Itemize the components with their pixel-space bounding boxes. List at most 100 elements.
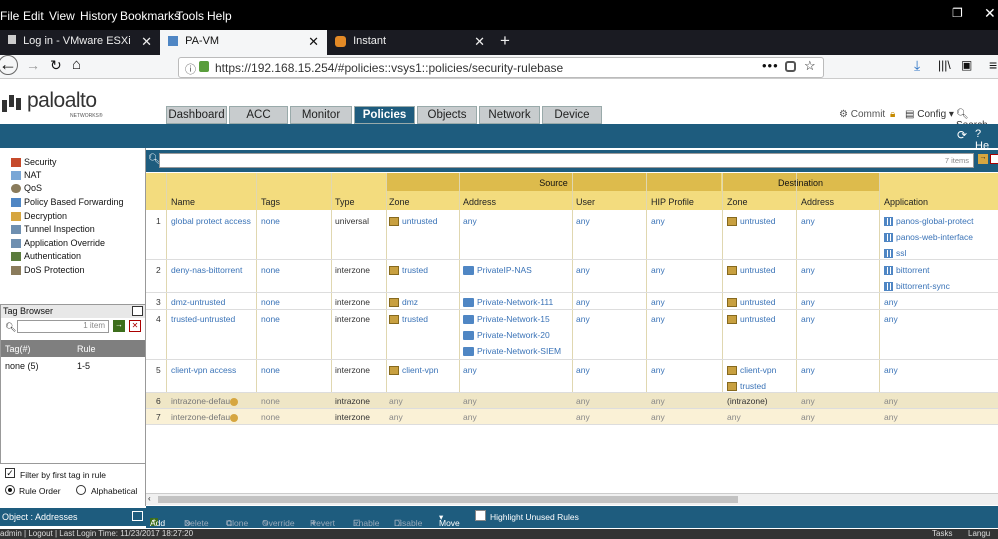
user[interactable]: any <box>576 265 590 275</box>
commit-button[interactable]: ⚙ Commit <box>839 109 885 120</box>
col-destination-zone[interactable]: Zone <box>727 197 748 207</box>
source-address[interactable]: any <box>463 412 477 422</box>
table-row[interactable]: 6 intrazone-defau none intrazone any any… <box>146 393 998 409</box>
download-icon[interactable]: ⤓ <box>914 57 920 74</box>
destination-zone[interactable]: untrusted <box>727 297 775 308</box>
source-zone[interactable]: untrusted <box>389 216 437 227</box>
application[interactable]: any <box>884 365 898 375</box>
alphabetical-radio[interactable] <box>76 485 86 495</box>
application[interactable]: any <box>884 412 898 422</box>
rule-filter-input[interactable]: 7 items <box>159 153 974 168</box>
source-zone[interactable]: trusted <box>389 265 428 276</box>
source-address[interactable]: PrivateIP-NAS <box>463 265 532 276</box>
hip-profile[interactable]: any <box>651 314 665 324</box>
bookmark-star-icon[interactable]: ☆ <box>804 58 816 74</box>
col-source-address[interactable]: Address <box>463 197 496 207</box>
forward-icon[interactable]: → <box>26 57 40 73</box>
close-window-icon[interactable]: ✕ <box>984 5 996 22</box>
collapse-icon[interactable] <box>132 511 143 521</box>
page-actions-icon[interactable]: ••• <box>762 58 779 73</box>
menu-history[interactable]: History <box>80 9 117 23</box>
nav-qos[interactable]: QoS <box>11 183 42 194</box>
close-tab-icon[interactable]: ✕ <box>141 34 152 50</box>
rule-tags[interactable]: none <box>261 412 280 422</box>
col-destination-address[interactable]: Address <box>801 197 834 207</box>
rule-name[interactable]: intrazone-defau <box>171 396 239 406</box>
source-zone[interactable]: dmz <box>389 297 418 308</box>
destination-zone[interactable]: client-vpn <box>727 365 776 376</box>
application[interactable]: bittorrent-sync <box>884 281 950 292</box>
destination-address[interactable]: any <box>801 314 815 324</box>
tab-instant[interactable]: Instant ✕ <box>327 30 493 55</box>
table-row[interactable]: 4 trusted-untrusted none interzone trust… <box>146 310 998 360</box>
clear-filter-icon[interactable] <box>990 154 998 164</box>
apply-filter-icon[interactable]: → <box>113 320 125 332</box>
source-address[interactable]: Private-Network-SIEM <box>463 346 561 357</box>
new-tab-icon[interactable]: + <box>500 31 510 51</box>
destination-zone[interactable]: (intrazone) <box>727 396 768 406</box>
application[interactable]: ssl <box>884 248 906 259</box>
rule-order-radio[interactable] <box>5 485 15 495</box>
menu-bookmarks[interactable]: Bookmarks <box>120 9 180 23</box>
tab-pa-vm[interactable]: PA-VM ✕ <box>160 30 327 55</box>
lock-warning-icon[interactable] <box>199 61 209 72</box>
nav-tunnel[interactable]: Tunnel Inspection <box>11 224 95 235</box>
nav-authentication[interactable]: Authentication <box>11 251 81 262</box>
destination-address[interactable]: any <box>801 297 815 307</box>
rule-name[interactable]: trusted-untrusted <box>171 314 235 324</box>
col-source-zone[interactable]: Zone <box>389 197 410 207</box>
destination-address[interactable]: any <box>801 216 815 226</box>
tab-acc[interactable]: ACC <box>229 106 288 124</box>
rule-tags[interactable]: none <box>261 365 280 375</box>
table-row[interactable]: 7 interzone-defau none interzone any any… <box>146 409 998 425</box>
tab-network[interactable]: Network <box>479 106 540 124</box>
source-address[interactable]: Private-Network-15 <box>463 314 550 325</box>
destination-zone[interactable]: untrusted <box>727 314 775 325</box>
destination-address[interactable]: any <box>801 265 815 275</box>
apply-filter-icon[interactable]: → <box>978 154 988 164</box>
menu-view[interactable]: View <box>49 9 75 23</box>
back-icon[interactable]: ← <box>0 55 18 75</box>
tab-policies[interactable]: Policies <box>354 106 415 124</box>
source-address[interactable]: any <box>463 216 477 226</box>
destination-address[interactable]: any <box>801 396 815 406</box>
col-tag[interactable]: Tag(#) <box>5 344 31 354</box>
col-tags[interactable]: Tags <box>261 197 280 207</box>
refresh-icon[interactable]: ⟳ <box>957 128 967 142</box>
destination-zone[interactable]: any <box>727 412 741 422</box>
rule-name[interactable]: interzone-defau <box>171 412 239 422</box>
rule-tags[interactable]: none <box>261 297 280 307</box>
source-zone[interactable]: any <box>389 396 403 406</box>
rule-tags[interactable]: none <box>261 396 280 406</box>
move-button[interactable]: Move ▾ <box>439 512 460 528</box>
close-tab-icon[interactable]: ✕ <box>474 34 485 50</box>
nav-decryption[interactable]: Decryption <box>11 211 67 222</box>
application[interactable]: bittorrent <box>884 265 930 276</box>
hip-profile[interactable]: any <box>651 265 665 275</box>
col-type[interactable]: Type <box>335 197 355 207</box>
nav-app-override[interactable]: Application Override <box>11 238 105 249</box>
language-link[interactable]: Langu <box>968 529 990 538</box>
source-address[interactable]: any <box>463 396 477 406</box>
scroll-left-icon[interactable]: ‹ <box>148 494 151 503</box>
sidebar-icon[interactable]: ▣ <box>961 58 972 72</box>
nav-pbf[interactable]: Policy Based Forwarding <box>11 197 124 208</box>
library-icon[interactable]: |||\ <box>938 58 951 72</box>
rule-name[interactable]: client-vpn access <box>171 365 236 375</box>
application[interactable]: any <box>884 297 898 307</box>
table-row[interactable]: 3 dmz-untrusted none interzone dmz Priva… <box>146 293 998 310</box>
tab-monitor[interactable]: Monitor <box>290 106 352 124</box>
col-application[interactable]: Application <box>884 197 928 207</box>
menu-file[interactable]: File <box>0 9 19 23</box>
rule-tags[interactable]: none <box>261 265 280 275</box>
user[interactable]: any <box>576 365 590 375</box>
application[interactable]: panos-web-interface <box>884 232 973 243</box>
menu-hamburger-icon[interactable]: ≡ <box>989 57 997 73</box>
col-user[interactable]: User <box>576 197 595 207</box>
rule-tags[interactable]: none <box>261 314 280 324</box>
table-row[interactable]: 5 client-vpn access none interzone clien… <box>146 360 998 393</box>
source-zone[interactable]: any <box>389 412 403 422</box>
home-icon[interactable]: ⌂ <box>72 56 81 73</box>
tab-device[interactable]: Device <box>542 106 602 124</box>
rule-name[interactable]: dmz-untrusted <box>171 297 225 307</box>
